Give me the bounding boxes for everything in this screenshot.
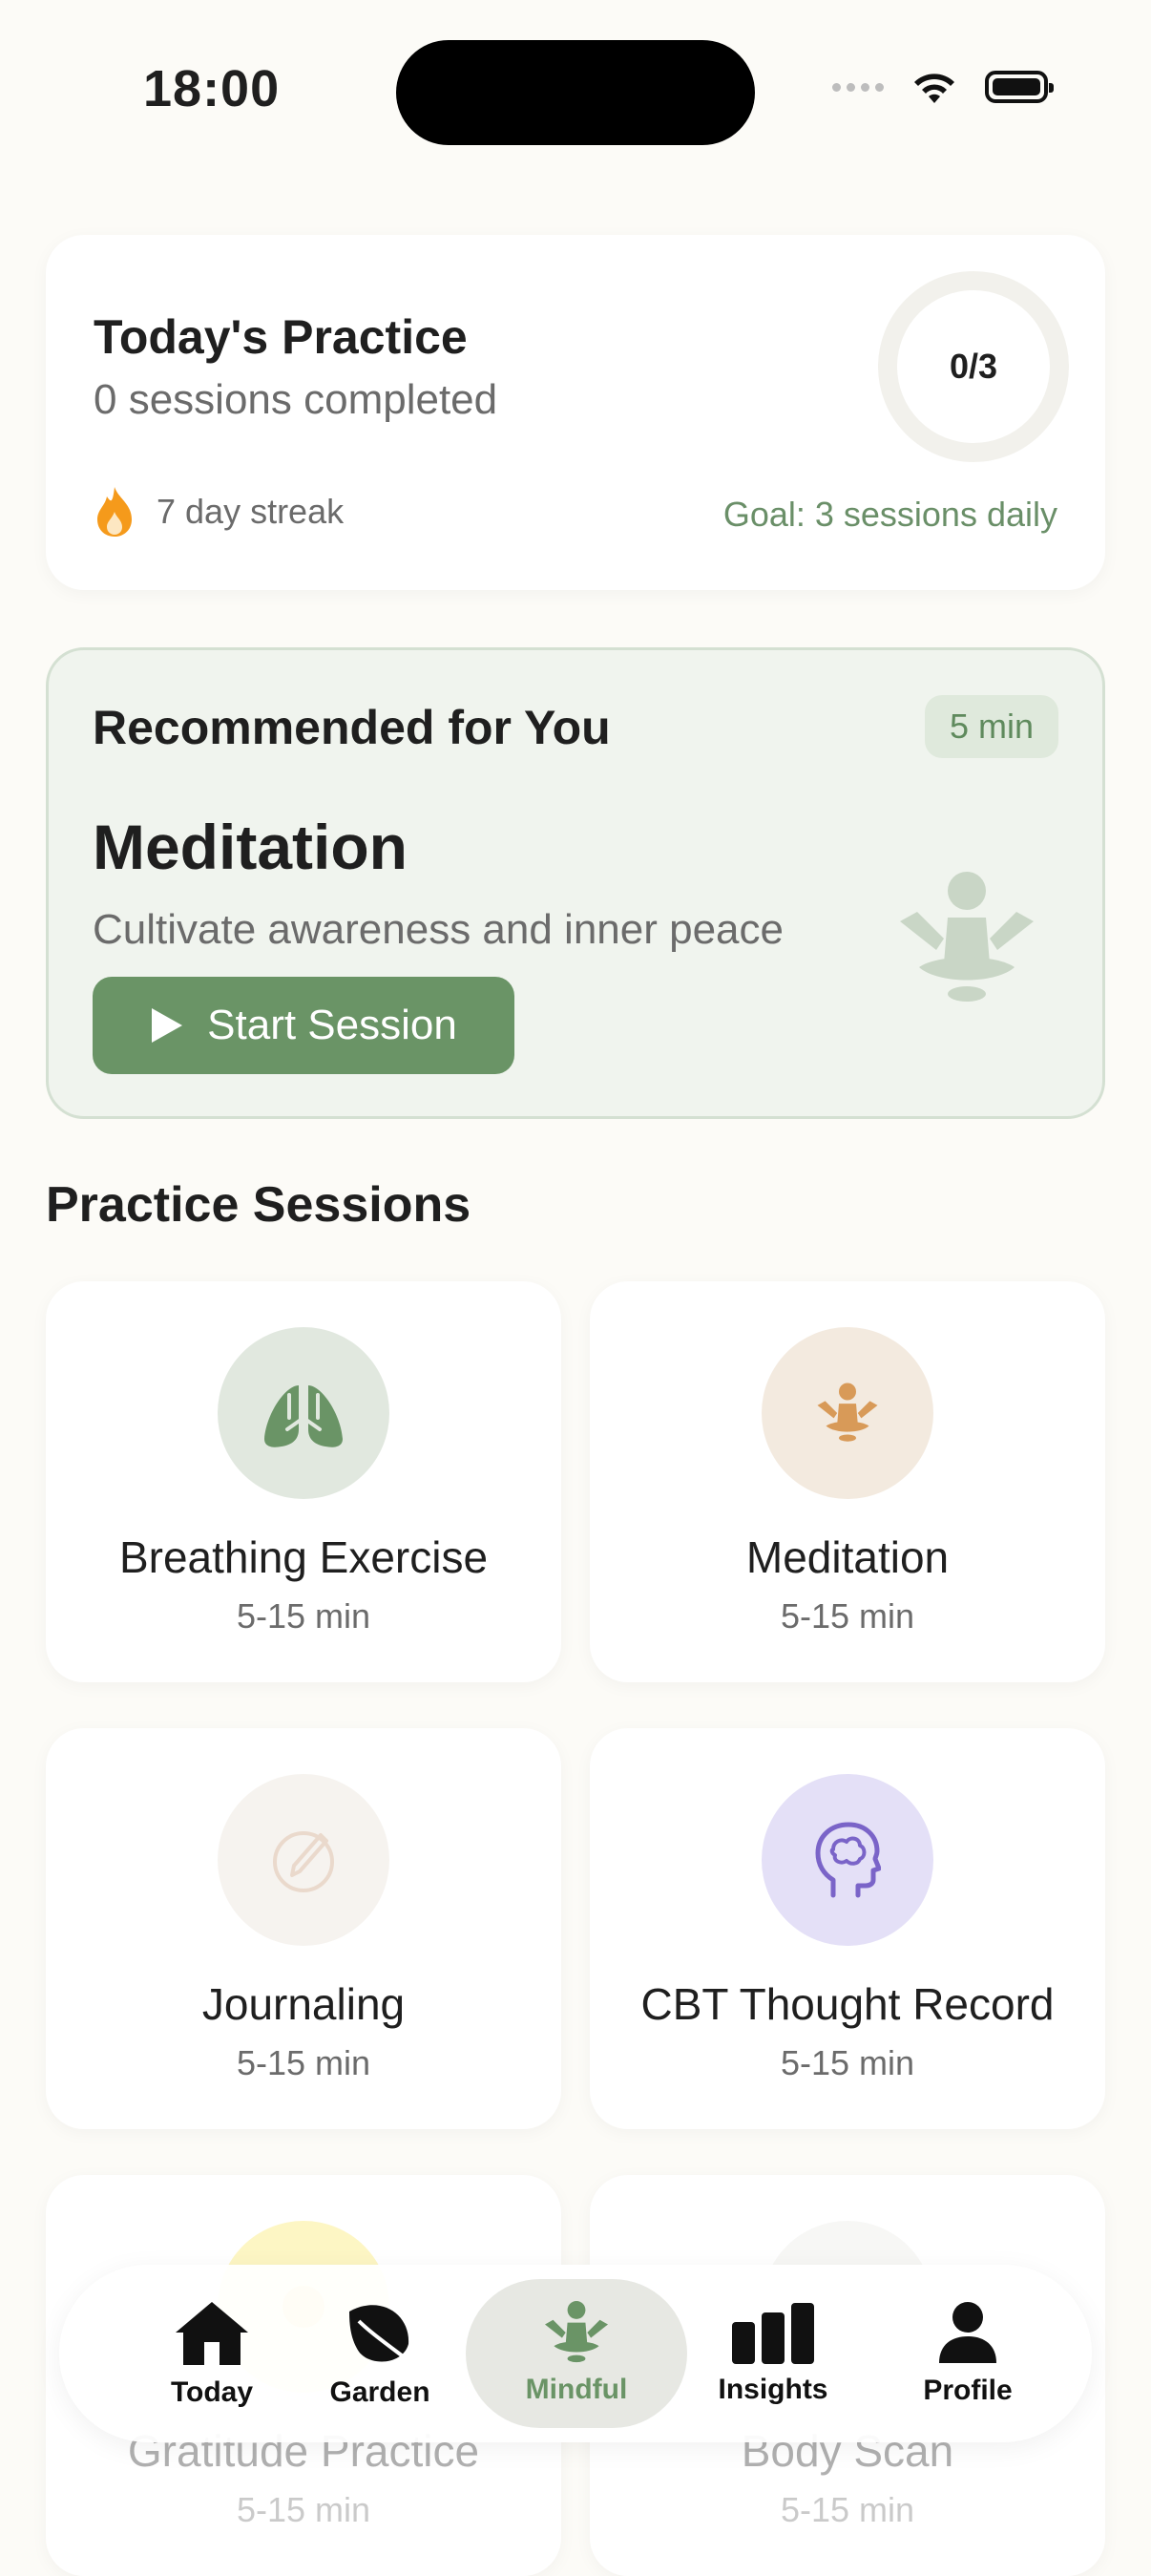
nav-mindful[interactable]: Mindful (466, 2279, 687, 2428)
sessions-completed: 0 sessions completed (94, 376, 498, 423)
start-session-button[interactable]: Start Session (93, 977, 514, 1074)
tile-duration: 5-15 min (236, 1596, 371, 1636)
nav-today[interactable]: Today (126, 2265, 298, 2442)
status-time: 18:00 (143, 60, 281, 117)
leaf-icon (349, 2305, 416, 2367)
tile-icon-circle (218, 1327, 389, 1499)
tile-icon-circle (762, 1327, 933, 1499)
tile-duration: 5-15 min (780, 2043, 915, 2082)
brain-icon (815, 1822, 881, 1898)
recommended-card[interactable]: Recommended for You 5 min Meditation Cul… (46, 647, 1105, 1119)
session-tile-breathing[interactable]: Breathing Exercise 5-15 min (46, 1281, 561, 1682)
today-practice-card[interactable]: Today's Practice 0 sessions completed 0/… (46, 235, 1105, 590)
recommended-header: Recommended for You (93, 701, 611, 754)
tile-duration: 5-15 min (780, 2490, 915, 2529)
tile-duration: 5-15 min (236, 2043, 371, 2082)
start-session-label: Start Session (207, 1002, 457, 1048)
tile-name: Journaling (201, 1979, 406, 2029)
session-tile-meditation[interactable]: Meditation 5-15 min (590, 1281, 1105, 1682)
tile-icon-circle (762, 1774, 933, 1946)
bottom-nav: Today Garden Mindful Insights Profile (59, 2265, 1092, 2442)
daily-goal: Goal: 3 sessions daily (722, 495, 1057, 534)
today-title: Today's Practice (94, 310, 468, 364)
battery-icon (985, 71, 1054, 103)
session-tile-journaling[interactable]: Journaling 5-15 min (46, 1728, 561, 2129)
status-icons (832, 69, 1054, 105)
play-icon (152, 1008, 183, 1043)
tile-name: CBT Thought Record (640, 1979, 1055, 2029)
nav-label: Mindful (525, 2374, 628, 2405)
bar-chart-icon (732, 2303, 814, 2364)
session-tile-cbt[interactable]: CBT Thought Record 5-15 min (590, 1728, 1105, 2129)
recommended-title: Meditation (93, 812, 408, 882)
dynamic-island (396, 40, 755, 145)
home-icon (176, 2302, 248, 2365)
nav-label: Insights (718, 2374, 828, 2405)
nav-profile[interactable]: Profile (882, 2265, 1054, 2442)
tile-duration: 5-15 min (236, 2490, 371, 2529)
meditation-icon (545, 2301, 608, 2363)
person-icon (939, 2302, 996, 2363)
wifi-icon (914, 74, 954, 103)
signal-icon (832, 82, 884, 92)
tile-name: Meditation (745, 1532, 950, 1582)
nav-label: Garden (329, 2376, 430, 2408)
meditation-figure-icon (900, 872, 1034, 1002)
recommended-description: Cultivate awareness and inner peace (93, 906, 785, 953)
duration-badge: 5 min (924, 695, 1058, 758)
tile-icon-circle (218, 1774, 389, 1946)
pencil-icon (273, 1831, 334, 1892)
tile-duration: 5-15 min (780, 1596, 915, 1636)
nav-garden[interactable]: Garden (294, 2265, 466, 2442)
nav-label: Profile (923, 2375, 1013, 2406)
nav-insights[interactable]: Insights (687, 2265, 859, 2442)
streak: 7 day streak (94, 485, 344, 538)
section-title: Practice Sessions (46, 1177, 471, 1233)
tile-name: Breathing Exercise (118, 1532, 489, 1582)
flame-icon (97, 487, 132, 537)
nav-label: Today (170, 2376, 254, 2408)
meditation-icon (817, 1383, 878, 1442)
streak-label: 7 day streak (157, 492, 345, 531)
progress-count: 0/3 (949, 347, 998, 386)
lungs-icon (264, 1376, 343, 1447)
